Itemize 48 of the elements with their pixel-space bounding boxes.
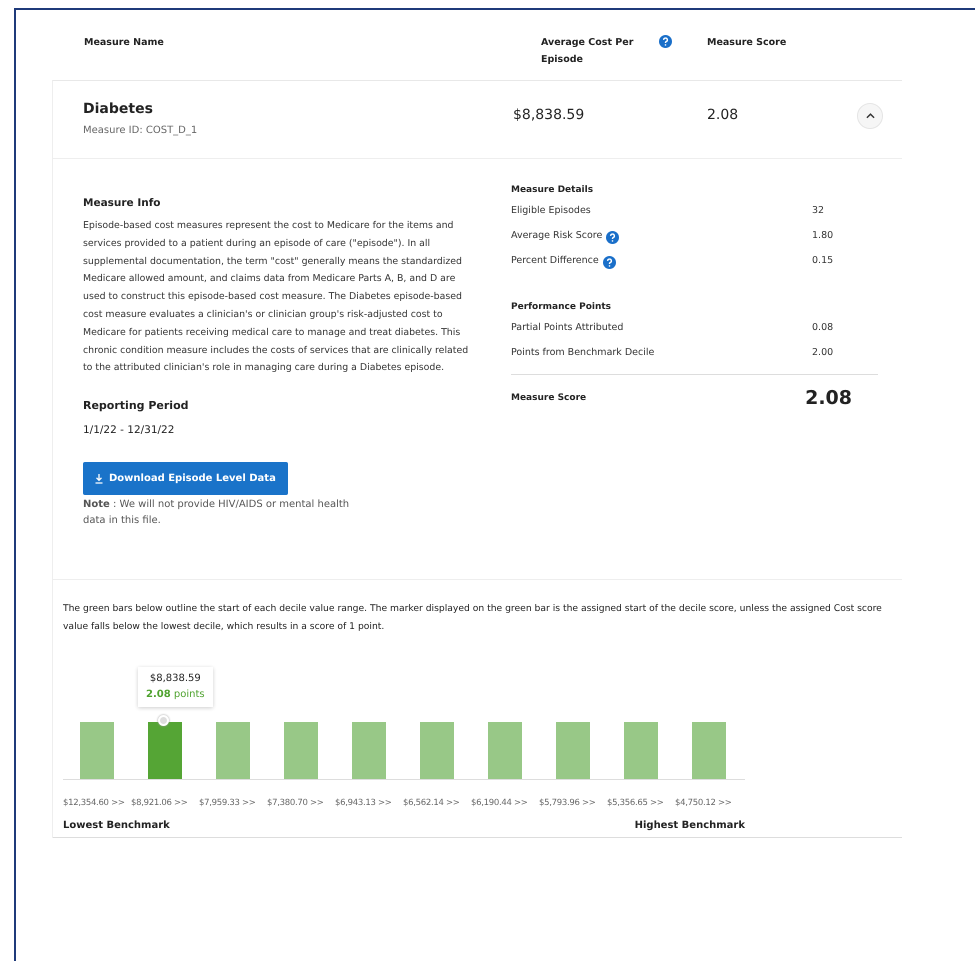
download-button[interactable]: Download Episode Level Data bbox=[83, 462, 288, 496]
chevron-icon bbox=[866, 112, 874, 118]
decile-label: $6,562.14 >> bbox=[403, 798, 461, 808]
group-title: Performance Points bbox=[511, 302, 612, 312]
measure-description: Episode-based cost measures represent the cost to Medicare for the items and services provided to a patient during an episode of care ("episode"). In all supplemental documentation, the term "cost" generally means the standardized Medicare allowed amount, and claims data from Medicare Parts A, B, and D are used to construct this episode-based cost measure. The Diabetes episode-based cost measure evaluates a clinician's or clinician group's risk-adjusted cost to Medicare for patients receiving medical care to manage and treat diabetes. This chronic condition measure includes the costs of services that are clinically related to the attributed clinician's role in managing care during a Diabetes episode. bbox=[83, 219, 469, 376]
average-cost: $8,838.59 bbox=[513, 106, 586, 122]
decile-label: $12,354.60 >> bbox=[63, 798, 126, 808]
total-score: 2.08 bbox=[805, 387, 852, 409]
help-icon[interactable] bbox=[602, 256, 616, 269]
help-icon[interactable] bbox=[659, 35, 672, 48]
score-marker bbox=[158, 715, 169, 726]
decile-label: $5,356.65 >> bbox=[607, 798, 665, 808]
decile-label: $4,750.12 >> bbox=[675, 798, 733, 808]
group-title: Measure Details bbox=[511, 185, 594, 195]
axis-label: Highest Benchmark bbox=[634, 820, 745, 832]
column-header: Measure Score bbox=[707, 36, 786, 50]
decile-label: $8,921.06 >> bbox=[131, 798, 189, 808]
decile-label: $7,959.33 >> bbox=[199, 798, 257, 808]
decile-label: $6,943.13 >> bbox=[335, 798, 393, 808]
detail-value: 2.00 bbox=[812, 347, 834, 360]
decile-label: $7,380.70 >> bbox=[267, 798, 325, 808]
detail-value: 32 bbox=[812, 205, 826, 218]
detail-value: 0.08 bbox=[812, 322, 834, 335]
detail-label: Average Risk Score bbox=[511, 230, 602, 241]
help-icon[interactable] bbox=[606, 231, 620, 244]
detail-label: Percent Difference bbox=[511, 255, 599, 266]
column-header: Average Cost Per Episode bbox=[541, 36, 634, 67]
column-header: Measure Name bbox=[84, 36, 164, 50]
note-text: Note : We will not provide HIV/AIDS or mental health data in this file. bbox=[83, 498, 350, 528]
download-icon bbox=[95, 474, 103, 484]
detail-label: Partial Points Attributed bbox=[511, 322, 624, 333]
score-tooltip: $8,838.59 2.08 points bbox=[138, 667, 213, 708]
detail-value: 0.15 bbox=[812, 255, 834, 268]
measure-name: Diabetes bbox=[83, 101, 154, 117]
decile-label: $5,793.96 >> bbox=[539, 798, 597, 808]
reporting-period: 1/1/22 - 12/31/22 bbox=[83, 424, 176, 436]
benchmark-description: The green bars below outline the start of each decile value range. The marker displayed on the green bar is the assigned start of the decile score, unless the assigned Cost score value falls below the lowest decile, which results in a score of 1 point. bbox=[63, 602, 883, 634]
detail-label: Points from Benchmark Decile bbox=[511, 347, 654, 358]
decile-label: $6,190.44 >> bbox=[471, 798, 529, 808]
total-label: Measure Score bbox=[511, 393, 586, 403]
measure-score: 2.08 bbox=[707, 106, 740, 122]
detail-value: 1.80 bbox=[812, 230, 834, 243]
section-title: Reporting Period bbox=[83, 399, 190, 412]
collapse-button[interactable] bbox=[857, 102, 883, 128]
section-title: Measure Info bbox=[83, 197, 162, 209]
detail-label: Eligible Episodes bbox=[511, 205, 591, 216]
measure-id: Measure ID: COST_D_1 bbox=[83, 125, 198, 136]
axis-label: Lowest Benchmark bbox=[63, 820, 170, 832]
